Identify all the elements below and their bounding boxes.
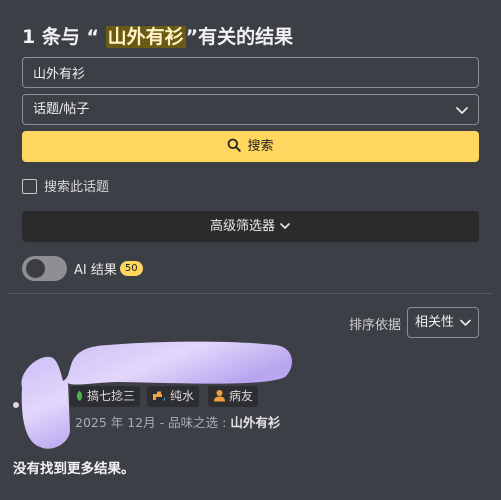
divider bbox=[8, 293, 493, 294]
tag-item[interactable]: 纯水 bbox=[147, 386, 200, 407]
tag-item[interactable]: 病友 bbox=[208, 386, 259, 407]
leaf-icon bbox=[76, 390, 83, 401]
ai-results-option: AI 结果 50 bbox=[22, 256, 143, 281]
search-scope-value: 话题/帖子 bbox=[33, 102, 90, 117]
search-this-topic-option[interactable]: 搜索此话题 bbox=[22, 176, 109, 195]
result-tag-highlight[interactable]: 山外有衫 bbox=[230, 415, 280, 430]
advanced-filters-label: 高级筛选器 bbox=[209, 219, 275, 234]
search-button[interactable]: 搜索 bbox=[22, 131, 479, 162]
person-icon bbox=[214, 390, 225, 402]
search-this-topic-label: 搜索此话题 bbox=[44, 180, 110, 195]
results-title: 1 条与 “ 山外有衫 ”有关的结果 bbox=[22, 22, 293, 49]
search-input[interactable] bbox=[22, 57, 479, 88]
search-scope-select[interactable]: 话题/帖子 bbox=[22, 94, 479, 125]
water-tap-icon bbox=[153, 391, 166, 401]
tag-label: 搞七捻三 bbox=[87, 389, 136, 403]
search-results-page: 1 条与 “ 山外有衫”有关的结果 话题/帖子 搜索 搜索此话题 高级筛选器 A… bbox=[0, 0, 501, 500]
result-tag-prefix: 品味之选 : bbox=[168, 415, 231, 430]
ai-results-label: AI 结果 bbox=[74, 263, 117, 278]
ai-results-count-badge: 50 bbox=[119, 261, 143, 276]
result-date: 2025 年 12月 bbox=[75, 415, 156, 430]
chevron-down-icon bbox=[456, 107, 468, 114]
chevron-down-icon bbox=[280, 222, 290, 229]
results-title-query: 山外有衫 bbox=[105, 26, 186, 48]
tag-label: 纯水 bbox=[170, 389, 195, 403]
sort-value: 相关性 bbox=[415, 315, 455, 330]
meta-separator: - bbox=[155, 415, 169, 430]
chevron-down-icon bbox=[460, 319, 471, 326]
toggle-knob bbox=[26, 259, 45, 278]
advanced-filters-button[interactable]: 高级筛选器 bbox=[22, 211, 479, 242]
sort-select[interactable]: 相关性 bbox=[407, 307, 479, 338]
ai-results-toggle[interactable] bbox=[22, 256, 67, 281]
results-title-prefix: 1 条与 “ bbox=[22, 26, 106, 48]
result-meta: 2025 年 12月 - 品味之选 : 山外有衫 bbox=[75, 412, 280, 431]
search-this-topic-checkbox[interactable] bbox=[22, 179, 37, 194]
sort-label: 排序依据 bbox=[349, 318, 402, 333]
no-more-results-text: 没有找到更多结果。 bbox=[13, 461, 135, 477]
results-title-suffix: ”有关的结果 bbox=[185, 26, 294, 48]
search-button-label: 搜索 bbox=[247, 139, 274, 154]
tag-item[interactable]: 搞七捻三 bbox=[70, 386, 141, 407]
search-icon bbox=[228, 138, 242, 152]
tag-label: 病友 bbox=[229, 389, 254, 403]
